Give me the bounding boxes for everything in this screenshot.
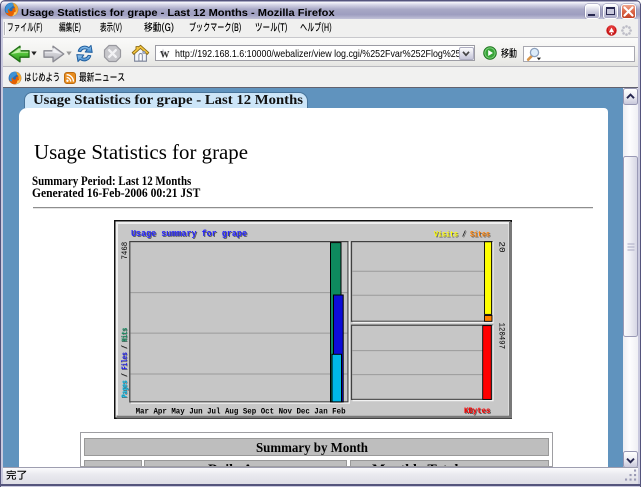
svg-text:Usage Statistics for grape - L: Usage Statistics for grape - Last 12 Mon… xyxy=(21,7,335,19)
svg-text:http://192.168.1.6:10000/webal: http://192.168.1.6:10000/webalizer/view … xyxy=(175,48,471,60)
svg-text:KBytes: KBytes xyxy=(464,406,490,416)
svg-text:20: 20 xyxy=(497,241,507,252)
svg-text:Usage summary for grape: Usage summary for grape xyxy=(131,228,247,239)
svg-text:W: W xyxy=(160,50,170,59)
svg-text:Pages / Files / Hits: Pages / Files / Hits xyxy=(120,328,130,398)
svg-text:7468: 7468 xyxy=(120,242,130,260)
svg-text:Summary by Month: Summary by Month xyxy=(256,441,368,456)
svg-text:Mar Apr May Jun Jul Aug Sep Oc: Mar Apr May Jun Jul Aug Sep Oct Nov Dec … xyxy=(136,407,346,417)
svg-text:120497: 120497 xyxy=(497,323,507,349)
svg-text:Usage Statistics for grape: Usage Statistics for grape xyxy=(34,140,248,164)
svg-text:Generated 16-Feb-2006 00:21 JS: Generated 16-Feb-2006 00:21 JST xyxy=(32,186,201,200)
svg-text:Usage Statistics for grape - L: Usage Statistics for grape - Last 12 Mon… xyxy=(33,93,304,108)
svg-text:Visits / Sites: Visits / Sites xyxy=(434,230,490,240)
